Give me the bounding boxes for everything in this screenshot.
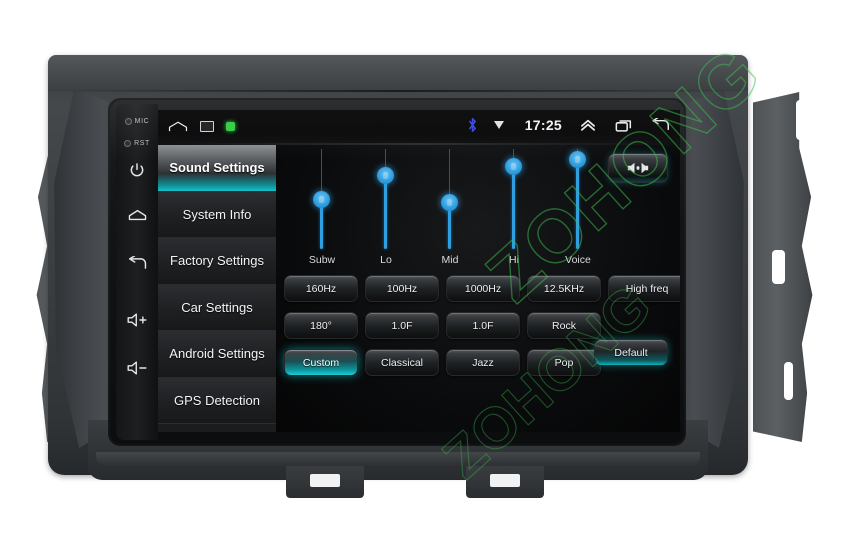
mic-label: MIC bbox=[134, 118, 150, 125]
sidebar-item-gps-detection[interactable]: GPS Detection bbox=[158, 377, 276, 424]
bracket-slot bbox=[772, 250, 785, 284]
sound-settings-pane: Subw Lo Mid Hi Voice 160Hz 100Hz 1000Hz … bbox=[276, 145, 680, 432]
slider-track-upper bbox=[321, 149, 322, 191]
eq-slider-lo[interactable]: Lo bbox=[354, 149, 418, 273]
volume-down-button[interactable] bbox=[116, 360, 158, 376]
slider-track-upper bbox=[449, 149, 450, 194]
eq-slider-label: Lo bbox=[380, 254, 392, 266]
settings-sidebar: Sound Settings System Info Factory Setti… bbox=[158, 145, 276, 432]
head-unit-screen: 17:25 Sound Settings System Info Factory… bbox=[158, 110, 680, 432]
balance-fader-button[interactable] bbox=[608, 153, 668, 183]
mic-hole-icon bbox=[124, 118, 132, 125]
green-status-dot bbox=[226, 121, 235, 131]
volume-up-button[interactable] bbox=[116, 312, 158, 328]
reset-hole-icon[interactable] bbox=[124, 140, 132, 147]
bluetooth-icon[interactable] bbox=[463, 115, 483, 135]
freq-button-12-5khz[interactable]: 12.5KHz bbox=[527, 275, 601, 302]
slider-thumb[interactable] bbox=[569, 150, 586, 168]
equalizer-sliders: Subw Lo Mid Hi Voice bbox=[276, 145, 680, 273]
eq-slider-mid[interactable]: Mid bbox=[418, 149, 482, 273]
preset-button-jazz[interactable]: Jazz bbox=[446, 349, 520, 376]
slider-thumb[interactable] bbox=[505, 157, 522, 175]
volume-up-icon bbox=[127, 313, 147, 327]
freq-button-100hz[interactable]: 100Hz bbox=[365, 275, 439, 302]
param-button-180deg[interactable]: 180° bbox=[284, 312, 358, 339]
eq-slider-label: Subw bbox=[308, 254, 336, 266]
fascia-mount-tab-left bbox=[286, 466, 364, 498]
sidebar-item-label: Sound Settings bbox=[169, 160, 265, 176]
product-photo: MIC RST 17:25 Sound Settings System Info… bbox=[0, 0, 849, 550]
preset-button-classical[interactable]: Classical bbox=[365, 349, 439, 376]
back-icon bbox=[128, 256, 147, 269]
sidebar-item-label: GPS Detection bbox=[174, 392, 260, 408]
volume-down-icon bbox=[127, 361, 147, 375]
eq-slider-hi[interactable]: Hi bbox=[482, 149, 546, 273]
home-button[interactable] bbox=[116, 208, 158, 222]
slider-track-upper bbox=[385, 149, 386, 168]
frequency-button-row: 160Hz 100Hz 1000Hz 12.5KHz High freq bbox=[284, 275, 680, 302]
parameter-button-row: 180° 1.0F 1.0F Rock bbox=[284, 312, 601, 339]
balance-speakers-icon bbox=[627, 162, 649, 174]
back-button[interactable] bbox=[116, 256, 158, 271]
slider-track-lower bbox=[512, 165, 515, 249]
sidebar-item-label: Car Settings bbox=[181, 299, 253, 315]
reset-label: RST bbox=[134, 140, 150, 147]
triangle-down-icon[interactable] bbox=[489, 115, 509, 135]
bracket-slot bbox=[796, 100, 805, 140]
slider-track-upper bbox=[513, 149, 514, 158]
reset-indicator[interactable]: RST bbox=[116, 140, 158, 147]
param-button-1-0f-a[interactable]: 1.0F bbox=[365, 312, 439, 339]
preset-button-row: Custom Classical Jazz Pop bbox=[284, 349, 601, 376]
sidebar-item-factory-settings[interactable]: Factory Settings bbox=[158, 238, 276, 285]
slider-track-lower bbox=[384, 175, 387, 249]
slider-track-lower bbox=[576, 158, 579, 249]
sidebar-item-label: Factory Settings bbox=[170, 253, 264, 269]
mic-indicator: MIC bbox=[116, 118, 158, 125]
sidebar-item-label: System Info bbox=[182, 206, 252, 222]
fascia-top-lip bbox=[48, 55, 748, 92]
slider-thumb[interactable] bbox=[377, 167, 394, 185]
gallery-icon[interactable] bbox=[200, 120, 214, 132]
home-icon bbox=[128, 209, 146, 221]
chevron-up-icon[interactable] bbox=[578, 115, 598, 135]
slider-thumb[interactable] bbox=[313, 191, 330, 208]
bracket-slot bbox=[784, 362, 793, 400]
eq-slider-subw[interactable]: Subw bbox=[290, 149, 354, 273]
freq-button-high-freq[interactable]: High freq bbox=[608, 275, 680, 302]
eq-slider-voice[interactable]: Voice bbox=[546, 149, 610, 273]
slider-thumb[interactable] bbox=[441, 193, 458, 211]
freq-button-1000hz[interactable]: 1000Hz bbox=[446, 275, 520, 302]
eq-slider-label: Mid bbox=[441, 254, 459, 266]
recent-apps-icon[interactable] bbox=[614, 115, 634, 135]
param-button-1-0f-b[interactable]: 1.0F bbox=[446, 312, 520, 339]
preset-button-rock[interactable]: Rock bbox=[527, 312, 601, 339]
fascia-bottom-edge bbox=[96, 452, 700, 468]
sidebar-item-sound-settings[interactable]: Sound Settings bbox=[158, 145, 276, 192]
sidebar-item-label: Android Settings bbox=[169, 346, 265, 362]
android-status-bar: 17:25 bbox=[158, 110, 680, 143]
preset-button-custom[interactable]: Custom bbox=[284, 349, 358, 376]
back-arrow-icon[interactable] bbox=[650, 115, 670, 135]
sidebar-item-system-info[interactable]: System Info bbox=[158, 191, 276, 238]
eq-slider-label: Voice bbox=[565, 254, 591, 266]
eq-slider-label: Hi bbox=[509, 254, 519, 266]
home-icon[interactable] bbox=[168, 116, 188, 136]
freq-button-160hz[interactable]: 160Hz bbox=[284, 275, 358, 302]
hardware-key-column: MIC RST bbox=[116, 104, 158, 440]
power-button[interactable] bbox=[116, 162, 158, 178]
audio-preset-buttons: 160Hz 100Hz 1000Hz 12.5KHz High freq 180… bbox=[276, 273, 680, 432]
preset-button-pop[interactable]: Pop bbox=[527, 349, 601, 376]
fascia-mount-tab-right bbox=[466, 466, 544, 498]
power-icon bbox=[130, 163, 144, 177]
sidebar-item-car-settings[interactable]: Car Settings bbox=[158, 284, 276, 331]
status-clock: 17:25 bbox=[524, 117, 562, 133]
sidebar-item-android-settings[interactable]: Android Settings bbox=[158, 331, 276, 378]
default-reset-button[interactable]: Default bbox=[594, 339, 668, 366]
